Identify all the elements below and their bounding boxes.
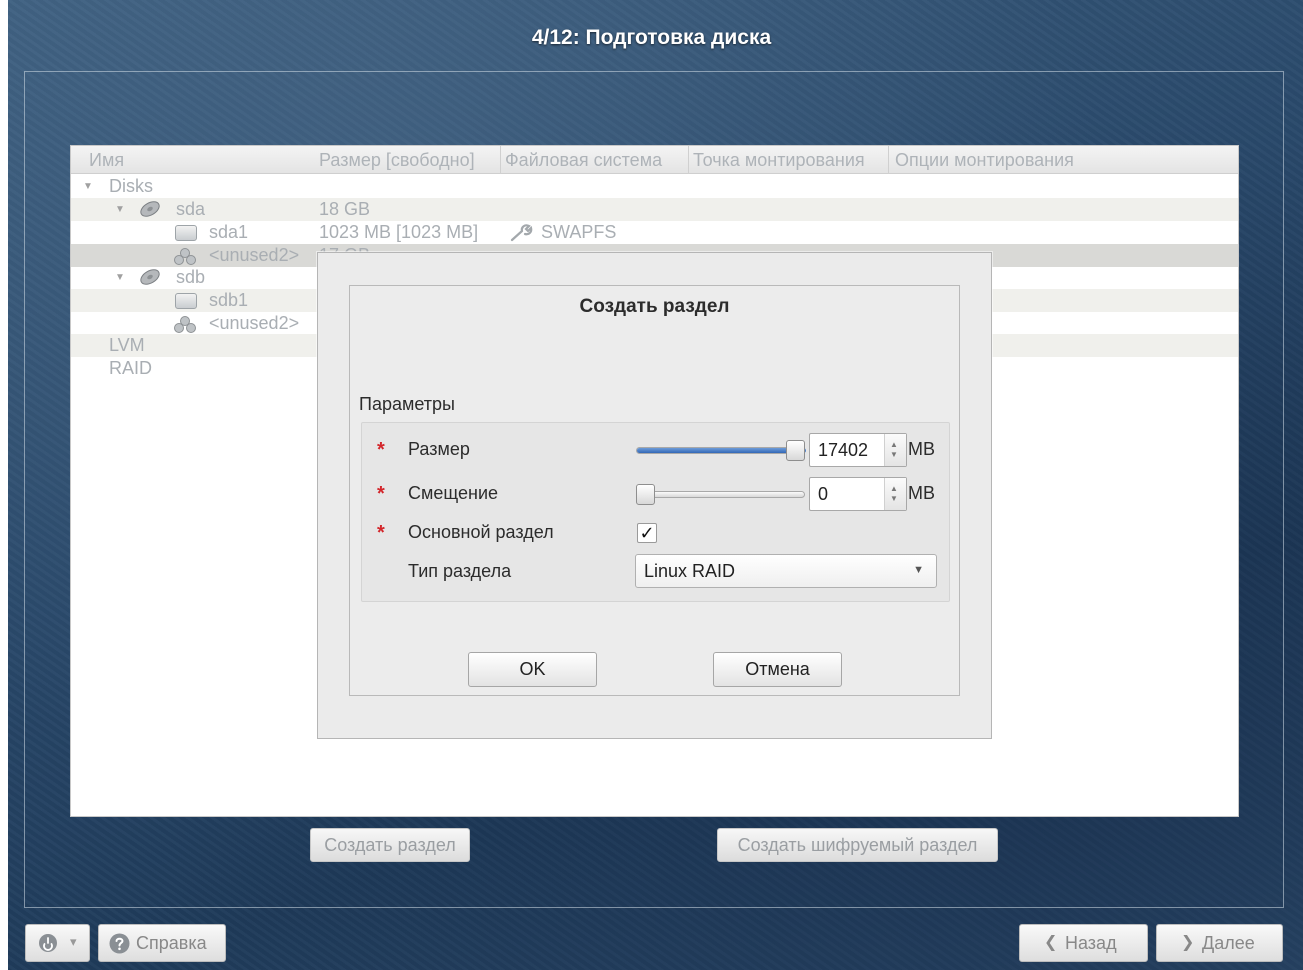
column-mount-options[interactable]: Опции монтирования: [891, 146, 1131, 174]
disk-icon: [140, 269, 160, 285]
back-label: Назад: [1065, 933, 1117, 953]
row-name: sdb: [176, 267, 206, 287]
chevron-left-icon: ❮: [1044, 934, 1058, 951]
row-name: <unused2>: [209, 313, 300, 333]
parameters-group: * Размер 17402 ▲ ▼ MB * Смещение 0 ▲ ▼ M…: [361, 422, 950, 602]
offset-unit: MB: [908, 483, 935, 503]
expand-arrow-icon[interactable]: ▼: [83, 175, 93, 198]
column-mountpoint[interactable]: Точка монтирования: [689, 146, 889, 174]
wrench-icon: [510, 224, 533, 242]
chevron-right-icon: ❯: [1181, 934, 1195, 951]
create-partition-dialog: Создать раздел Параметры * Размер 17402 …: [317, 252, 992, 739]
row-name: sdb1: [209, 290, 249, 310]
row-filesystem: SWAPFS: [541, 222, 617, 242]
disk-icon: [140, 201, 160, 217]
size-slider-handle[interactable]: [786, 440, 805, 461]
required-marker: *: [377, 439, 385, 461]
create-partition-button[interactable]: Создать раздел: [310, 828, 470, 862]
tree-row-sda1[interactable]: sda1 1023 MB [1023 MB] SWAPFS: [71, 221, 1238, 244]
size-value[interactable]: 17402: [818, 440, 868, 461]
partition-icon: [175, 293, 197, 309]
help-label: Справка: [136, 933, 207, 953]
dialog-title: Создать раздел: [579, 296, 730, 317]
required-marker: *: [377, 483, 385, 505]
row-name: LVM: [109, 335, 145, 355]
spin-down-icon[interactable]: ▼: [890, 451, 898, 459]
primary-partition-label: Основной раздел: [408, 522, 554, 542]
size-slider[interactable]: [636, 447, 806, 454]
row-name: sda1: [209, 222, 249, 242]
back-button[interactable]: ❮ Назад: [1019, 924, 1148, 962]
expand-arrow-icon[interactable]: ▼: [115, 266, 125, 289]
spin-up-icon[interactable]: ▲: [890, 441, 898, 449]
column-filesystem[interactable]: Файловая система: [501, 146, 689, 174]
parameters-label: Параметры: [359, 394, 455, 414]
offset-spinbox[interactable]: 0 ▲ ▼: [809, 477, 907, 511]
tree-row-disks[interactable]: ▼ Disks: [71, 175, 1238, 198]
size-spinbox[interactable]: 17402 ▲ ▼: [809, 433, 907, 467]
screen-edge: [0, 0, 8, 970]
offset-slider[interactable]: [636, 491, 805, 498]
offset-slider-handle[interactable]: [636, 484, 655, 505]
size-spin-buttons[interactable]: ▲ ▼: [884, 434, 906, 466]
row-size: 18 GB: [319, 199, 371, 219]
unused-space-icon: [174, 316, 196, 333]
next-label: Далее: [1202, 933, 1255, 953]
row-name: RAID: [109, 358, 153, 378]
help-icon: [109, 933, 130, 954]
cancel-button[interactable]: Отмена: [713, 652, 842, 687]
spin-down-icon[interactable]: ▼: [890, 495, 898, 503]
partition-type-label: Тип раздела: [408, 561, 512, 581]
primary-partition-checkbox[interactable]: ✓: [637, 523, 657, 543]
row-size: 1023 MB [1023 MB]: [319, 222, 479, 242]
chevron-down-icon[interactable]: ▼: [913, 564, 924, 576]
tree-row-sda[interactable]: ▼ sda 18 GB: [71, 198, 1238, 221]
dropdown-arrow-icon: ▾: [70, 934, 77, 949]
tree-header: Имя Размер [свободно] Файловая система Т…: [71, 146, 1238, 174]
row-name: sda: [176, 199, 206, 219]
next-button[interactable]: ❯ Далее: [1156, 924, 1283, 962]
row-name: Disks: [109, 176, 153, 196]
row-name: <unused2>: [209, 245, 300, 265]
spin-up-icon[interactable]: ▲: [890, 485, 898, 493]
dialog-content: Создать раздел Параметры * Размер 17402 …: [349, 285, 960, 696]
power-menu-button[interactable]: ▾: [25, 924, 90, 962]
partition-type-value: Linux RAID: [644, 561, 736, 581]
power-icon: [39, 934, 57, 952]
required-marker: *: [377, 522, 385, 544]
help-button[interactable]: Справка: [98, 924, 226, 962]
column-name[interactable]: Имя: [85, 146, 317, 174]
step-title: 4/12: Подготовка диска: [531, 26, 772, 49]
size-unit: MB: [908, 439, 935, 459]
expand-arrow-icon[interactable]: ▼: [115, 198, 125, 221]
column-size[interactable]: Размер [свободно]: [315, 146, 501, 174]
offset-value[interactable]: 0: [818, 484, 828, 505]
ok-button[interactable]: OK: [468, 652, 597, 687]
size-label: Размер: [408, 439, 470, 459]
size-slider-fill: [637, 448, 806, 453]
offset-label: Смещение: [408, 483, 499, 503]
partition-icon: [175, 225, 197, 241]
unused-space-icon: [174, 248, 196, 265]
create-encrypted-partition-button[interactable]: Создать шифруемый раздел: [717, 828, 998, 862]
partition-type-select[interactable]: Linux RAID ▼: [635, 554, 937, 588]
offset-spin-buttons[interactable]: ▲ ▼: [884, 478, 906, 510]
